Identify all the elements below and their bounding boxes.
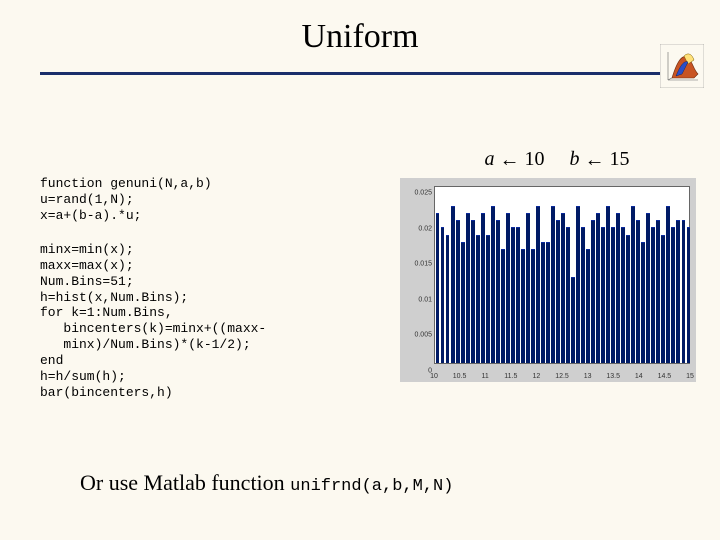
bar <box>506 213 510 363</box>
parameter-equation: a ← 10 b ← 15 <box>432 148 682 171</box>
bar <box>521 249 525 363</box>
bar <box>546 242 550 363</box>
bar <box>516 227 520 363</box>
bar <box>566 227 570 363</box>
x-tick: 13 <box>584 373 592 380</box>
bar <box>621 227 625 363</box>
bar <box>616 213 620 363</box>
bar <box>481 213 485 363</box>
x-tick: 10 <box>430 373 438 380</box>
bar <box>651 227 655 363</box>
slide-title: Uniform <box>0 18 720 56</box>
footnote-text: Or use Matlab function <box>80 470 290 495</box>
y-tick: 0.02 <box>404 225 432 232</box>
bar <box>671 227 675 363</box>
bar <box>611 227 615 363</box>
bar <box>561 213 565 363</box>
bar <box>576 206 580 363</box>
bar <box>541 242 545 363</box>
eqn-b-var: b <box>570 148 580 170</box>
bar <box>687 227 691 363</box>
x-tick: 10.5 <box>453 373 467 380</box>
bar <box>496 220 500 363</box>
bar <box>646 213 650 363</box>
bar <box>466 213 470 363</box>
x-tick: 14.5 <box>658 373 672 380</box>
code-block-top: function genuni(N,a,b) u=rand(1,N); x=a+… <box>40 176 212 224</box>
y-tick: 0.005 <box>404 332 432 339</box>
histogram-chart: 0 0.005 0.01 0.015 0.02 0.025 10 10.5 11 11.5 12 12… <box>400 178 696 382</box>
bar <box>456 220 460 363</box>
bar <box>682 220 686 363</box>
bar <box>526 213 530 363</box>
bar <box>491 206 495 363</box>
bar <box>446 235 450 363</box>
eqn-b-val: 15 <box>610 148 630 170</box>
bar <box>531 249 535 363</box>
bar <box>586 249 590 363</box>
bar <box>571 277 575 363</box>
bar <box>631 206 635 363</box>
bar <box>441 227 445 363</box>
bar <box>601 227 605 363</box>
bar <box>436 213 440 363</box>
footnote: Or use Matlab function unifrnd(a,b,M,N) <box>80 470 453 496</box>
bar <box>581 227 585 363</box>
eqn-a-val: 10 <box>525 148 545 170</box>
bar <box>596 213 600 363</box>
y-tick: 0.025 <box>404 190 432 197</box>
bar <box>661 235 665 363</box>
bar <box>451 206 455 363</box>
title-rule <box>40 72 680 75</box>
bar <box>641 242 645 363</box>
y-tick: 0 <box>404 368 432 375</box>
bar <box>486 235 490 363</box>
bar <box>606 206 610 363</box>
bar <box>676 220 680 363</box>
footnote-code: unifrnd(a,b,M,N) <box>290 477 453 496</box>
bars-container <box>435 187 689 363</box>
bar <box>536 206 540 363</box>
bar <box>656 220 660 363</box>
bar <box>476 235 480 363</box>
eqn-b-rel: ← <box>585 149 605 172</box>
slide: Uniform function genuni(N,a,b) u=rand(1,… <box>0 0 720 540</box>
x-tick: 12 <box>532 373 540 380</box>
y-tick: 0.01 <box>404 296 432 303</box>
bar <box>461 242 465 363</box>
bar <box>551 206 555 363</box>
eqn-a-var: a <box>485 148 495 170</box>
bar <box>556 220 560 363</box>
code-block-bottom: minx=min(x); maxx=max(x); Num.Bins=51; h… <box>40 242 266 401</box>
x-tick: 15 <box>686 373 694 380</box>
matlab-logo-icon <box>660 44 704 88</box>
bar <box>626 235 630 363</box>
bar <box>636 220 640 363</box>
bar <box>591 220 595 363</box>
bar <box>471 220 475 363</box>
plot-area <box>434 186 690 364</box>
x-tick: 13.5 <box>606 373 620 380</box>
bar <box>511 227 515 363</box>
eqn-a-rel: ← <box>500 149 520 172</box>
x-tick: 11 <box>482 373 489 380</box>
x-tick: 14 <box>635 373 643 380</box>
x-tick: 12.5 <box>555 373 569 380</box>
bar <box>666 206 670 363</box>
x-tick: 11.5 <box>504 373 517 380</box>
bar <box>501 249 505 363</box>
y-tick: 0.015 <box>404 261 432 268</box>
